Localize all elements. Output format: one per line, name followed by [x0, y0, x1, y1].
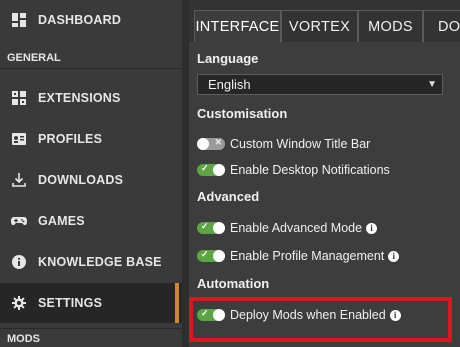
tab-interface[interactable]: INTERFACE	[194, 10, 281, 42]
tab-mods[interactable]: MODS	[358, 10, 423, 42]
desktop-notifications-label: Enable Desktop Notifications	[230, 163, 390, 177]
sidebar-item-label: GAMES	[38, 214, 85, 228]
advanced-mode-row: ✓ Enable Advanced Mode i	[197, 221, 378, 235]
language-selected-value: English	[208, 77, 251, 92]
chevron-down-icon: ▼	[427, 79, 437, 90]
sidebar-item-label: DASHBOARD	[38, 13, 122, 27]
highlight-box	[189, 297, 452, 342]
settings-tabbar: INTERFACE VORTEX MODS DOW	[189, 0, 460, 42]
profile-management-row: ✓ Enable Profile Management i	[197, 249, 400, 263]
toggle-knob	[197, 138, 209, 150]
checkmark-icon: ✓	[201, 163, 209, 173]
sidebar-item-label: SETTINGS	[38, 296, 103, 310]
toggle-knob	[213, 222, 225, 234]
sidebar-section-general: GENERAL	[0, 47, 182, 69]
advanced-heading: Advanced	[197, 189, 260, 204]
custom-title-bar-label: Custom Window Title Bar	[230, 137, 371, 151]
sidebar-item-label: EXTENSIONS	[38, 91, 121, 105]
language-select[interactable]: English ▼	[197, 74, 443, 95]
sidebar-item-downloads[interactable]: DOWNLOADS	[0, 160, 182, 200]
advanced-mode-toggle[interactable]: ✓	[197, 221, 225, 234]
custom-title-bar-row: ✕ Custom Window Title Bar	[197, 137, 370, 151]
checkmark-icon: ✓	[201, 221, 209, 231]
language-heading: Language	[197, 51, 259, 66]
profile-management-label: Enable Profile Management	[230, 249, 385, 263]
tab-vortex[interactable]: VORTEX	[281, 10, 358, 42]
sidebar-item-extensions[interactable]: EXTENSIONS	[0, 78, 182, 118]
profile-management-toggle[interactable]: ✓	[197, 249, 225, 262]
toggle-knob	[213, 164, 225, 176]
sidebar-item-label: KNOWLEDGE BASE	[38, 255, 162, 269]
sidebar-item-label: DOWNLOADS	[38, 173, 124, 187]
sidebar-item-profiles[interactable]: PROFILES	[0, 119, 182, 159]
desktop-notifications-toggle[interactable]: ✓	[197, 163, 225, 176]
profiles-icon	[11, 131, 27, 147]
toggle-knob	[213, 250, 225, 262]
sidebar: DASHBOARD GENERAL EXTENSIONS PROFILES DO…	[0, 0, 182, 347]
extensions-icon	[11, 90, 27, 106]
checkmark-icon: ✓	[201, 249, 209, 259]
sidebar-item-label: PROFILES	[38, 132, 103, 146]
gear-icon	[11, 295, 27, 311]
info-icon[interactable]: i	[366, 222, 378, 234]
sidebar-divider	[182, 0, 189, 347]
info-icon[interactable]: i	[388, 250, 400, 262]
dashboard-icon	[11, 12, 27, 28]
tab-downloads[interactable]: DOW	[423, 10, 460, 42]
sidebar-item-dashboard[interactable]: DASHBOARD	[0, 0, 182, 40]
customisation-heading: Customisation	[197, 106, 288, 121]
desktop-notifications-row: ✓ Enable Desktop Notifications	[197, 163, 390, 177]
gamepad-icon	[11, 213, 27, 229]
toggle-off-icon: ✕	[214, 137, 222, 147]
sidebar-item-settings[interactable]: SETTINGS	[0, 283, 182, 323]
sidebar-section-mods: MODS	[0, 328, 182, 347]
downloads-icon	[11, 172, 27, 188]
info-icon	[11, 254, 27, 270]
sidebar-item-knowledge-base[interactable]: KNOWLEDGE BASE	[0, 242, 182, 282]
advanced-mode-label: Enable Advanced Mode	[230, 221, 363, 235]
custom-title-bar-toggle[interactable]: ✕	[197, 137, 225, 150]
settings-panel: INTERFACE VORTEX MODS DOW Language Engli…	[189, 0, 460, 347]
sidebar-item-games[interactable]: GAMES	[0, 201, 182, 241]
automation-heading: Automation	[197, 276, 270, 291]
